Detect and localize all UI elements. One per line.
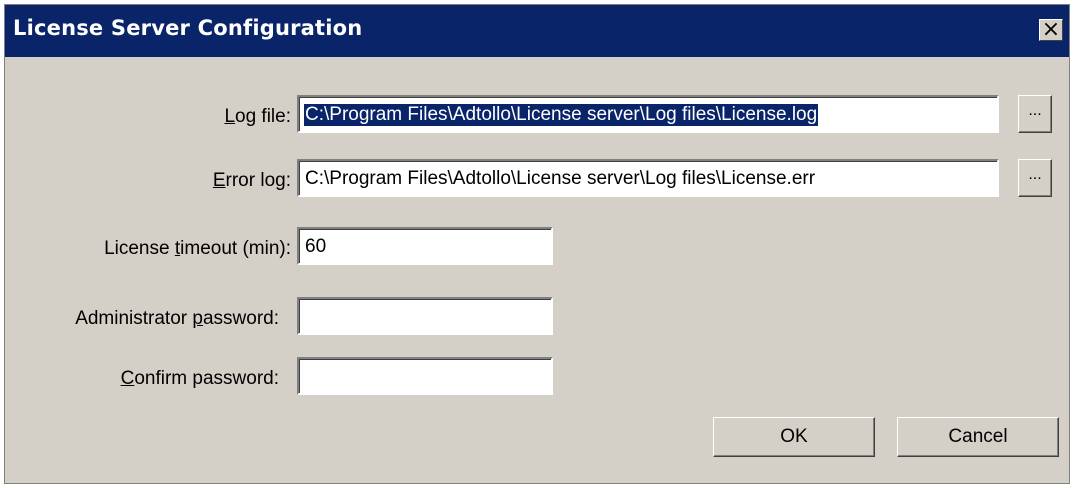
window-title: License Server Configuration (13, 16, 363, 40)
confirm-password-label: Confirm password: (120, 368, 279, 389)
log-file-label: Log file: (224, 106, 291, 127)
log-file-browse-button[interactable]: ... (1018, 95, 1052, 133)
log-file-input[interactable]: C:\Program Files\Adtollo\License server\… (297, 95, 999, 133)
license-timeout-value: 60 (305, 236, 327, 257)
ok-button[interactable]: OK (713, 417, 875, 457)
error-log-browse-button[interactable]: ... (1018, 159, 1052, 197)
admin-password-label: Administrator password: (75, 308, 279, 329)
license-timeout-input[interactable]: 60 (297, 227, 553, 265)
title-bar[interactable]: License Server Configuration × (5, 5, 1069, 57)
cancel-button[interactable]: Cancel (897, 417, 1059, 457)
confirm-password-input[interactable] (297, 357, 553, 395)
error-log-value: C:\Program Files\Adtollo\License server\… (305, 168, 816, 189)
error-log-input[interactable]: C:\Program Files\Adtollo\License server\… (297, 159, 999, 197)
close-button[interactable]: × (1039, 17, 1063, 42)
error-log-label: Error log: (212, 170, 291, 191)
log-file-value: C:\Program Files\Adtollo\License server\… (304, 104, 819, 126)
license-server-dialog: License Server Configuration × Log file:… (4, 4, 1070, 484)
close-icon: × (1041, 17, 1061, 42)
admin-password-input[interactable] (297, 297, 553, 335)
license-timeout-label: License timeout (min): (104, 238, 291, 259)
